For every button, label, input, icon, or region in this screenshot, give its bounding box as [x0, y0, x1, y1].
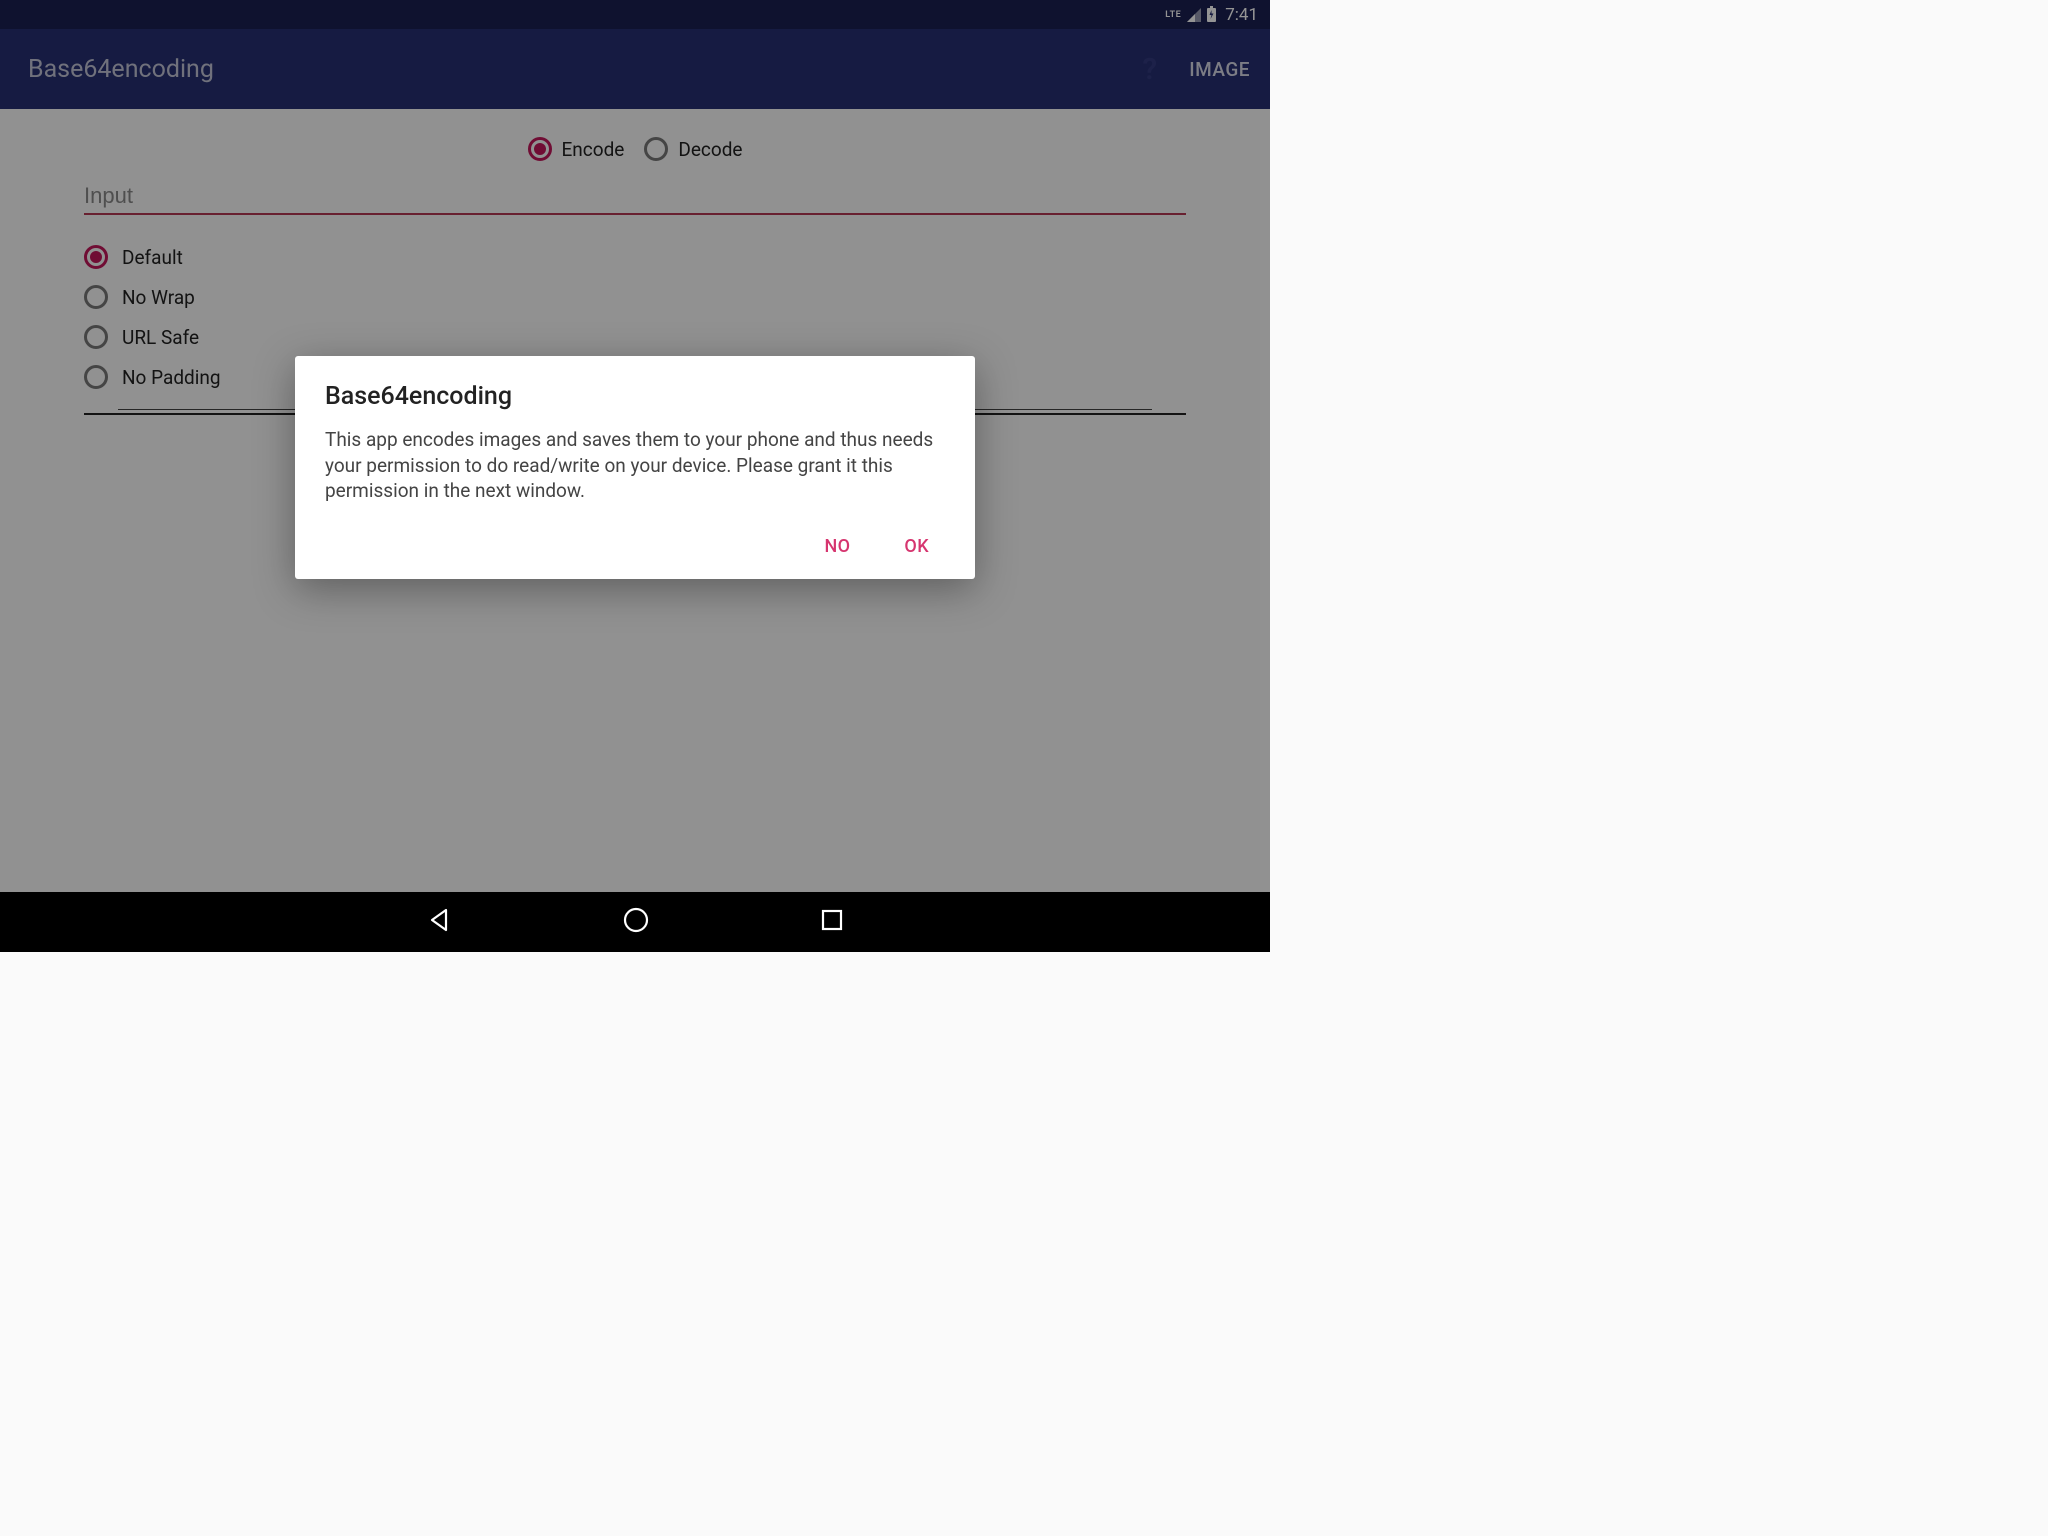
- permission-dialog: Base64encoding This app encodes images a…: [295, 356, 975, 579]
- dialog-actions: NO OK: [325, 528, 945, 565]
- recent-icon[interactable]: [820, 908, 844, 936]
- dialog-message: This app encodes images and saves them t…: [325, 427, 945, 504]
- home-icon[interactable]: [622, 906, 650, 938]
- back-icon[interactable]: [426, 907, 452, 937]
- ok-button[interactable]: OK: [900, 528, 933, 565]
- navigation-bar: [0, 892, 1270, 952]
- no-button[interactable]: NO: [820, 528, 854, 565]
- dialog-title: Base64encoding: [325, 382, 945, 411]
